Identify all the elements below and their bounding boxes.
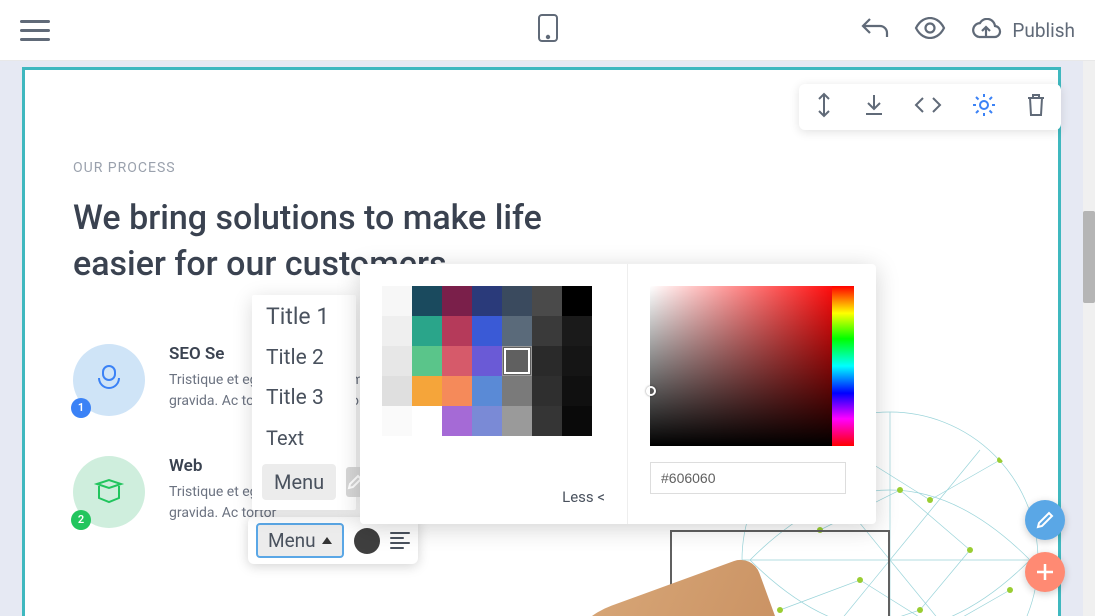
color-swatch[interactable]	[532, 346, 562, 376]
feature-icon-seo: 1	[73, 344, 145, 416]
color-swatch[interactable]	[562, 376, 592, 406]
color-swatch[interactable]	[412, 406, 442, 436]
text-color-swatch[interactable]	[354, 528, 380, 554]
scrollbar[interactable]	[1083, 61, 1095, 616]
color-swatch[interactable]	[502, 406, 532, 436]
color-swatch[interactable]	[532, 286, 562, 316]
color-swatch[interactable]	[502, 346, 532, 376]
fab-edit-button[interactable]	[1025, 500, 1065, 540]
inline-text-toolbar: Menu	[248, 517, 418, 564]
move-vertical-icon[interactable]	[813, 92, 835, 122]
color-swatch[interactable]	[562, 286, 592, 316]
swatch-grid	[382, 286, 605, 436]
trash-icon[interactable]	[1025, 92, 1047, 122]
menu-chip-label: Menu	[274, 470, 324, 494]
color-swatch[interactable]	[502, 286, 532, 316]
menu-chip[interactable]: Menu	[262, 464, 336, 500]
saturation-value-box[interactable]	[650, 286, 842, 446]
color-swatch[interactable]	[502, 316, 532, 346]
color-swatch[interactable]	[442, 376, 472, 406]
hamburger-menu-icon[interactable]	[20, 20, 50, 41]
dropdown-item-title1[interactable]: Title 1	[252, 295, 356, 338]
color-swatch[interactable]	[562, 406, 592, 436]
color-swatch[interactable]	[442, 406, 472, 436]
color-swatch[interactable]	[382, 286, 412, 316]
color-swatch[interactable]	[442, 346, 472, 376]
topbar: Publish	[0, 0, 1095, 61]
less-toggle[interactable]: Less <	[562, 488, 605, 506]
publish-label: Publish	[1012, 19, 1075, 42]
color-swatch[interactable]	[382, 376, 412, 406]
sv-cursor[interactable]	[646, 386, 656, 396]
chevron-up-icon	[322, 537, 332, 544]
color-swatch[interactable]	[472, 346, 502, 376]
color-swatch[interactable]	[532, 406, 562, 436]
preview-eye-icon[interactable]	[914, 17, 946, 43]
text-style-selector-label: Menu	[268, 529, 316, 552]
custom-color-panel	[628, 264, 876, 524]
swatch-panel: Less <	[360, 264, 628, 524]
color-swatch[interactable]	[412, 346, 442, 376]
download-icon[interactable]	[863, 93, 885, 121]
color-swatch[interactable]	[562, 316, 592, 346]
dropdown-item-title3[interactable]: Title 3	[252, 378, 356, 418]
align-left-icon[interactable]	[390, 532, 410, 549]
gear-icon[interactable]	[971, 92, 997, 122]
color-swatch[interactable]	[502, 376, 532, 406]
feature-badge: 1	[71, 398, 91, 418]
color-swatch[interactable]	[472, 376, 502, 406]
color-swatch[interactable]	[532, 316, 562, 346]
color-swatch[interactable]	[412, 286, 442, 316]
fab-add-button[interactable]	[1025, 552, 1065, 592]
text-style-selector[interactable]: Menu	[256, 523, 344, 558]
color-swatch[interactable]	[472, 406, 502, 436]
feature-icon-web: 2	[73, 456, 145, 528]
color-swatch[interactable]	[472, 316, 502, 346]
color-swatch[interactable]	[412, 316, 442, 346]
color-swatch[interactable]	[532, 376, 562, 406]
scrollbar-thumb[interactable]	[1083, 211, 1095, 303]
section-toolbar	[799, 84, 1061, 130]
color-picker: Less <	[360, 264, 876, 524]
undo-icon[interactable]	[860, 15, 890, 45]
feature-badge: 2	[71, 510, 91, 530]
hex-input[interactable]	[650, 462, 846, 494]
hue-slider[interactable]	[832, 286, 854, 446]
color-swatch[interactable]	[382, 406, 412, 436]
dropdown-item-text[interactable]: Text	[252, 418, 356, 458]
color-swatch[interactable]	[412, 376, 442, 406]
publish-cloud-icon[interactable]: Publish	[970, 18, 1075, 42]
code-icon[interactable]	[913, 94, 943, 120]
color-swatch[interactable]	[472, 286, 502, 316]
color-swatch[interactable]	[382, 316, 412, 346]
mobile-preview-icon[interactable]	[537, 28, 559, 47]
section-eyebrow[interactable]: OUR PROCESS	[73, 160, 1010, 176]
color-swatch[interactable]	[442, 286, 472, 316]
color-swatch[interactable]	[562, 346, 592, 376]
color-swatch[interactable]	[382, 346, 412, 376]
color-swatch[interactable]	[442, 316, 472, 346]
dropdown-item-title2[interactable]: Title 2	[252, 338, 356, 378]
text-style-dropdown: Title 1 Title 2 Title 3 Text Menu	[252, 295, 356, 510]
